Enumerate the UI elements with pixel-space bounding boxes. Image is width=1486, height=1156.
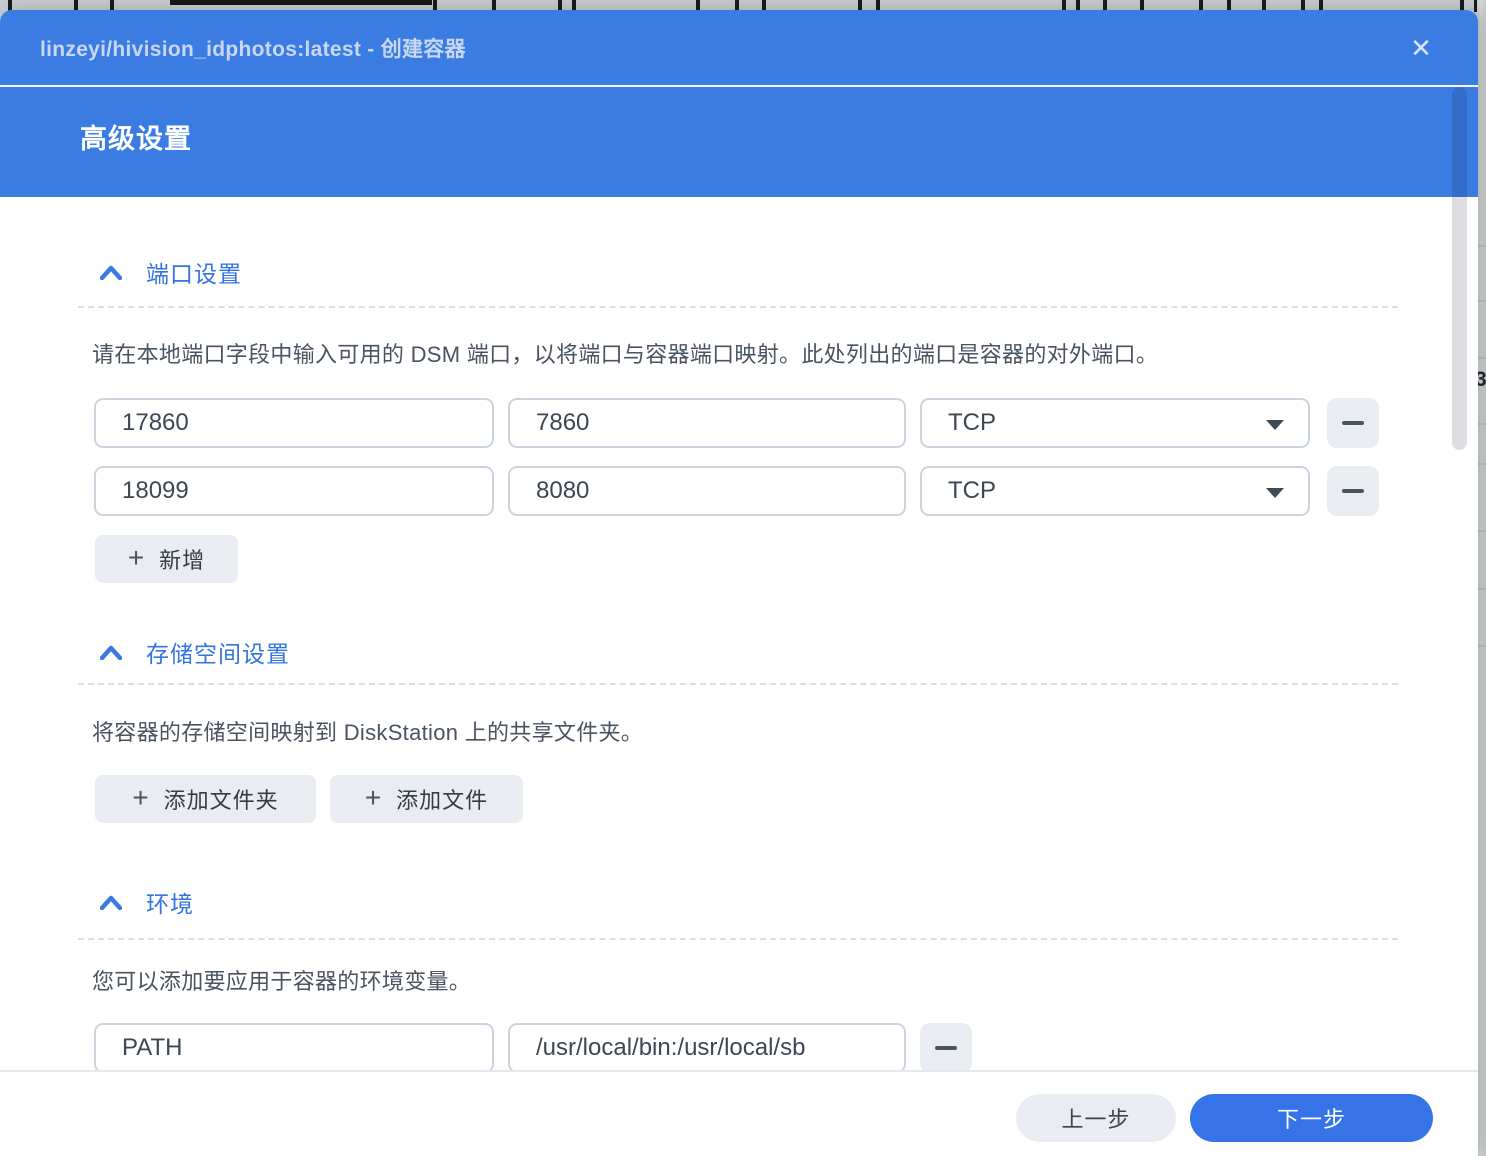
environment-section-title: 环境 bbox=[146, 891, 194, 917]
add-file-button-label: 添加文件 bbox=[396, 788, 489, 813]
dialog-title: linzeyi/hivision_idphotos:latest - 创建容器 bbox=[40, 37, 466, 61]
background-row-line bbox=[1477, 463, 1486, 465]
env-value-input[interactable] bbox=[508, 1023, 906, 1073]
remove-port-button-1[interactable] bbox=[1327, 398, 1379, 448]
protocol-select-1[interactable]: TCP bbox=[920, 398, 1310, 448]
background-row-line bbox=[1477, 423, 1486, 425]
background-row-line bbox=[1477, 300, 1486, 302]
minus-icon bbox=[935, 1046, 957, 1050]
chevron-up-icon bbox=[100, 265, 122, 280]
local-port-input-2[interactable] bbox=[94, 466, 494, 516]
ports-description: 请在本地端口字段中输入可用的 DSM 端口，以将端口与容器端口映射。此处列出的端… bbox=[92, 342, 1159, 367]
background-row-line bbox=[1477, 588, 1486, 590]
remove-env-button[interactable] bbox=[920, 1023, 972, 1073]
environment-section-header[interactable]: 环境 bbox=[100, 885, 194, 919]
add-port-button-label: 新增 bbox=[159, 548, 206, 573]
background-row-line bbox=[1477, 645, 1486, 647]
add-folder-button[interactable]: + 添加文件夹 bbox=[95, 775, 316, 823]
protocol-select-2[interactable]: TCP bbox=[920, 466, 1310, 516]
chevron-up-icon bbox=[100, 895, 122, 910]
background-row-line bbox=[1477, 245, 1486, 247]
caret-down-icon bbox=[1266, 488, 1284, 498]
background-page-right-strip: 3 bbox=[1475, 0, 1486, 1156]
storage-description: 将容器的存储空间映射到 DiskStation 上的共享文件夹。 bbox=[92, 720, 644, 745]
dialog-footer: 上一步 下一步 bbox=[0, 1070, 1478, 1156]
container-port-input-1[interactable] bbox=[508, 398, 906, 448]
next-button[interactable]: 下一步 bbox=[1190, 1094, 1433, 1142]
plus-icon: + bbox=[127, 541, 146, 573]
dialog-scrollbar-thumb[interactable] bbox=[1452, 87, 1467, 450]
local-port-input-1[interactable] bbox=[94, 398, 494, 448]
minus-icon bbox=[1342, 489, 1364, 493]
storage-section-divider bbox=[78, 683, 1398, 685]
storage-section-header[interactable]: 存储空间设置 bbox=[100, 635, 290, 669]
chevron-up-icon bbox=[100, 645, 122, 660]
protocol-select-2-value: TCP bbox=[948, 477, 996, 504]
plus-icon: + bbox=[364, 781, 383, 813]
ports-section-divider bbox=[78, 306, 1398, 308]
dialog-header: 高级设置 bbox=[0, 87, 1478, 197]
env-name-input[interactable] bbox=[94, 1023, 494, 1073]
add-file-button[interactable]: + 添加文件 bbox=[330, 775, 523, 823]
background-dark-bar bbox=[170, 0, 432, 5]
caret-down-icon bbox=[1266, 420, 1284, 430]
back-button[interactable]: 上一步 bbox=[1016, 1094, 1176, 1142]
ports-section-title: 端口设置 bbox=[146, 261, 242, 287]
background-row-line bbox=[1477, 530, 1486, 532]
ports-section-header[interactable]: 端口设置 bbox=[100, 255, 242, 289]
environment-section-divider bbox=[78, 938, 1398, 940]
close-icon[interactable]: ✕ bbox=[1402, 29, 1440, 67]
container-port-input-2[interactable] bbox=[508, 466, 906, 516]
dialog-content: 端口设置 请在本地端口字段中输入可用的 DSM 端口，以将端口与容器端口映射。此… bbox=[0, 197, 1478, 1073]
minus-icon bbox=[1342, 421, 1364, 425]
plus-icon: + bbox=[132, 781, 150, 813]
page-title: 高级设置 bbox=[80, 124, 192, 154]
dialog-titlebar: linzeyi/hivision_idphotos:latest - 创建容器 … bbox=[0, 10, 1478, 85]
add-port-button[interactable]: + 新增 bbox=[95, 535, 238, 583]
add-folder-button-label: 添加文件夹 bbox=[163, 788, 279, 813]
storage-section-title: 存储空间设置 bbox=[146, 641, 290, 667]
environment-description: 您可以添加要应用于容器的环境变量。 bbox=[92, 969, 472, 994]
remove-port-button-2[interactable] bbox=[1327, 466, 1379, 516]
background-row-line bbox=[1477, 357, 1486, 359]
create-container-dialog: linzeyi/hivision_idphotos:latest - 创建容器 … bbox=[0, 10, 1478, 1156]
protocol-select-1-value: TCP bbox=[948, 409, 996, 436]
